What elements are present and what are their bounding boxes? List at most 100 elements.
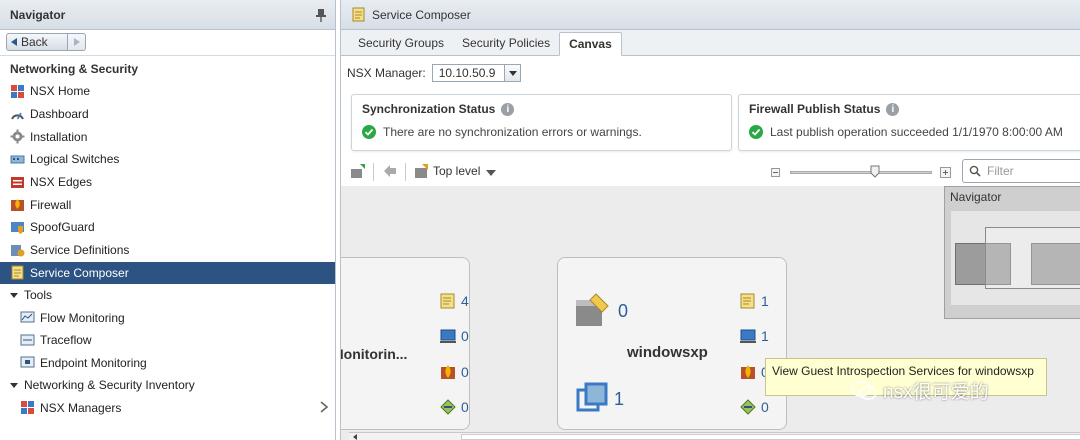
manager-label: NSX Manager: — [347, 66, 426, 80]
network-count: 0 — [761, 399, 769, 415]
security-group-card[interactable]: Monitorin... 4 0 0 0 — [341, 257, 470, 430]
nav-item-service-definitions[interactable]: Service Definitions — [0, 239, 335, 262]
chevron-down-icon — [486, 170, 497, 176]
zoom-slider-track[interactable] — [790, 171, 932, 174]
guest-introspection-stat[interactable]: 0 — [439, 327, 469, 345]
inventory-group-header[interactable]: Networking & Security Inventory — [0, 374, 335, 396]
traceflow-icon — [20, 334, 35, 346]
network-count: 0 — [461, 399, 469, 415]
nav-item-label: NSX Edges — [30, 175, 93, 190]
nav-item-installation[interactable]: Installation — [0, 125, 335, 148]
nsx-manager-select[interactable]: 10.10.50.9 — [431, 64, 521, 82]
tools-label: Tools — [24, 288, 53, 303]
nav-item-label: Logical Switches — [30, 152, 120, 167]
navigator-panel: Navigator Back Networking & Security NSX… — [0, 0, 336, 440]
mini-navigator-view[interactable] — [951, 211, 1080, 305]
network-introspection-icon — [440, 399, 456, 415]
nav-item-dashboard[interactable]: Dashboard — [0, 103, 335, 126]
back-button[interactable]: Back — [6, 33, 68, 51]
network-introspection-stat[interactable]: 0 — [439, 398, 469, 416]
nav-item-label: SpoofGuard — [30, 220, 95, 235]
info-icon[interactable]: i — [886, 102, 900, 116]
caret-down-icon — [10, 292, 18, 298]
guest-count: 1 — [761, 328, 769, 344]
horizontal-scrollbar[interactable] — [349, 432, 1080, 440]
nav-item-service-composer[interactable]: Service Composer — [0, 261, 335, 285]
sync-status-message: There are no synchronization errors or w… — [362, 125, 642, 139]
pin-icon[interactable] — [315, 8, 327, 22]
nav-item-nsx-edges[interactable]: NSX Edges — [0, 171, 335, 194]
nav-item-label: Flow Monitoring — [40, 310, 125, 325]
add-group-icon[interactable] — [350, 163, 366, 179]
scroll-left-icon[interactable] — [353, 434, 357, 440]
toolbar-divider — [405, 163, 406, 181]
navigator-header: Navigator — [0, 0, 335, 30]
nsx-edge-icon — [11, 176, 24, 188]
tab-bar: Security Groups Security Policies Canvas — [341, 30, 1080, 56]
endpoint-monitoring-icon — [20, 356, 35, 368]
zoom-out-icon[interactable] — [771, 168, 780, 177]
scroll-thumb[interactable] — [461, 434, 1080, 440]
nav-item-label: NSX Home — [30, 84, 91, 99]
nav-item-nsx-home[interactable]: NSX Home — [0, 80, 335, 103]
nav-item-logical-switches[interactable]: Logical Switches — [0, 148, 335, 171]
nav-item-firewall[interactable]: Firewall — [0, 193, 335, 216]
mini-viewport[interactable] — [985, 227, 1080, 289]
mini-navigator-title: Navigator — [950, 190, 1002, 204]
nav-item-nsx-managers[interactable]: NSX Managers — [0, 396, 335, 419]
nav-item-label: Dashboard — [30, 107, 89, 122]
nav-list: NSX Home Dashboard Installation Logical … — [0, 80, 335, 285]
policies-stat[interactable]: 4 — [439, 292, 469, 310]
nav-item-label: Firewall — [30, 197, 72, 212]
nav-item-label: Service Definitions — [30, 243, 130, 258]
back-level-icon[interactable] — [383, 164, 397, 178]
chat-bubble-icon — [851, 380, 877, 400]
nav-item-spoofguard[interactable]: SpoofGuard — [0, 216, 335, 239]
security-group-card-windowsxp[interactable]: 0 windowsxp 1 1 1 0 0 — [557, 257, 787, 430]
security-group-icon — [576, 293, 609, 326]
firewall-icon — [11, 199, 24, 212]
filter-placeholder: Filter — [987, 164, 1014, 178]
info-icon[interactable]: i — [501, 102, 515, 116]
nav-item-endpoint-monitoring[interactable]: Endpoint Monitoring — [0, 352, 335, 375]
nsx-home-icon — [11, 84, 24, 98]
installation-gear-icon — [10, 129, 25, 144]
publish-status-text: Last publish operation succeeded 1/1/197… — [770, 125, 1063, 139]
inventory-label: Networking & Security Inventory — [24, 378, 195, 393]
vms-count: 1 — [614, 388, 625, 409]
policy-icon — [740, 293, 755, 309]
tab-security-policies[interactable]: Security Policies — [453, 31, 559, 55]
publish-status-title: Firewall Publish Status i — [749, 102, 900, 116]
nav-item-flow-monitoring[interactable]: Flow Monitoring — [0, 306, 335, 329]
members-stat[interactable]: 0 — [574, 292, 628, 330]
tab-canvas[interactable]: Canvas — [559, 32, 622, 56]
toolbar-divider — [373, 163, 374, 181]
zoom-in-icon[interactable] — [940, 167, 951, 178]
chevron-right-icon[interactable] — [319, 401, 329, 413]
network-introspection-stat[interactable]: 0 — [739, 398, 769, 416]
guest-introspection-stat[interactable]: 1 — [739, 327, 769, 345]
level-dropdown[interactable]: Top level — [433, 164, 497, 178]
policies-stat[interactable]: 1 — [739, 292, 769, 310]
vms-stat[interactable]: 1 — [576, 382, 624, 416]
tools-group-header[interactable]: Tools — [0, 284, 335, 306]
spoofguard-icon — [11, 221, 24, 234]
nav-item-label: Endpoint Monitoring — [40, 355, 147, 370]
firewall-stat[interactable]: 0 — [439, 363, 469, 381]
nav-item-label: NSX Managers — [40, 400, 122, 415]
level-label: Top level — [433, 164, 481, 178]
filter-input[interactable]: Filter — [962, 159, 1080, 183]
service-composer-icon — [11, 265, 24, 280]
canvas-mini-navigator[interactable]: Navigator — [944, 186, 1080, 319]
history-controls: Back — [0, 30, 335, 56]
manager-row: NSX Manager: 10.10.50.9 — [341, 56, 1080, 90]
tab-security-groups[interactable]: Security Groups — [349, 31, 453, 55]
sync-status-box: Synchronization Status i There are no sy… — [351, 94, 732, 151]
monitor-icon — [740, 329, 756, 343]
forward-button[interactable] — [68, 33, 86, 51]
service-composer-icon — [352, 7, 365, 22]
dashboard-icon — [11, 112, 24, 120]
zoom-slider-thumb[interactable] — [870, 165, 880, 178]
success-check-icon — [362, 125, 376, 139]
nav-item-traceflow[interactable]: Traceflow — [0, 329, 335, 352]
